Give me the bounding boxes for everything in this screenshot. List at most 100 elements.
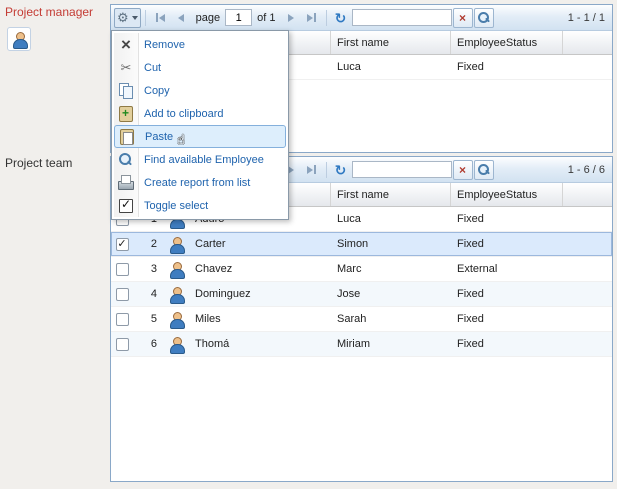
table-row[interactable]: 3ChavezMarcExternal — [111, 257, 612, 282]
toolbar-separator — [326, 162, 327, 178]
person-icon — [169, 287, 184, 302]
of-label: of 1 — [257, 12, 275, 24]
search-button[interactable] — [474, 8, 494, 28]
checkbox-cell — [111, 232, 133, 256]
grid-toolbar: ⚙ page of 1 ↻ × 1 - 1 / 1 — [111, 5, 612, 31]
last-page-button[interactable] — [302, 8, 322, 28]
menu-item-add-to-clipboard[interactable]: Add to clipboard — [114, 102, 286, 125]
row-number: 3 — [133, 257, 163, 281]
project-manager-avatar[interactable] — [7, 27, 31, 51]
menu-item-find-available-employee[interactable]: Find available Employee — [114, 148, 286, 171]
checkbox-cell — [111, 257, 133, 281]
row-checkbox[interactable] — [116, 263, 129, 276]
icon-cell — [163, 257, 189, 281]
first-name-cell: Luca — [331, 207, 451, 231]
table-body: 1AduroLucaFixed2CarterSimonFixed3ChavezM… — [111, 207, 612, 481]
prev-page-button[interactable] — [171, 8, 191, 28]
remove-icon — [114, 36, 138, 53]
next-page-button[interactable] — [281, 8, 301, 28]
status-cell: Fixed — [451, 282, 563, 306]
last-name-cell: Thomá — [189, 332, 331, 356]
find-employee-icon — [114, 151, 138, 168]
paste-icon — [115, 128, 139, 145]
checkbox-cell — [111, 282, 133, 306]
next-page-icon — [288, 14, 294, 22]
refresh-button[interactable]: ↻ — [331, 8, 351, 28]
header-filler — [563, 31, 612, 54]
page-label: page — [196, 12, 220, 24]
icon-cell — [163, 282, 189, 306]
header-employee-status[interactable]: EmployeeStatus — [451, 183, 563, 206]
record-count: 1 - 1 / 1 — [568, 12, 609, 24]
prev-page-icon — [178, 14, 184, 22]
checkbox-cell — [111, 307, 133, 331]
menu-item-label: Paste — [145, 131, 173, 143]
actions-menu-button[interactable]: ⚙ — [114, 8, 141, 28]
page-number-input[interactable] — [225, 9, 252, 26]
status-cell: Fixed — [451, 307, 563, 331]
row-checkbox[interactable] — [116, 313, 129, 326]
person-icon — [169, 312, 184, 327]
filler-cell — [563, 257, 612, 281]
person-icon — [169, 237, 184, 252]
chevron-down-icon — [132, 16, 138, 20]
menu-item-label: Find available Employee — [144, 154, 264, 166]
person-icon — [169, 262, 184, 277]
menu-item-cut[interactable]: Cut — [114, 56, 286, 79]
refresh-icon: ↻ — [335, 11, 347, 25]
first-name-cell: Jose — [331, 282, 451, 306]
menu-item-label: Copy — [144, 85, 170, 97]
icon-cell — [163, 332, 189, 356]
clear-search-button[interactable]: × — [453, 160, 473, 180]
search-input[interactable] — [352, 9, 452, 26]
header-first-name[interactable]: First name — [331, 183, 451, 206]
last-page-button[interactable] — [302, 160, 322, 180]
refresh-button[interactable]: ↻ — [331, 160, 351, 180]
project-team-label: Project team — [5, 156, 72, 170]
menu-item-label: Cut — [144, 62, 161, 74]
row-checkbox[interactable] — [116, 288, 129, 301]
filler-cell — [563, 307, 612, 331]
table-row[interactable]: 4DominguezJoseFixed — [111, 282, 612, 307]
refresh-icon: ↻ — [335, 163, 347, 177]
project-manager-label: Project manager — [5, 5, 93, 19]
first-name-cell: Marc — [331, 257, 451, 281]
checkbox-cell — [111, 332, 133, 356]
icon-cell — [163, 307, 189, 331]
menu-item-label: Remove — [144, 39, 185, 51]
first-name-cell: Sarah — [331, 307, 451, 331]
menu-item-create-report-from-list[interactable]: Create report from list — [114, 171, 286, 194]
record-count: 1 - 6 / 6 — [568, 164, 609, 176]
search-icon — [477, 11, 490, 24]
row-number: 6 — [133, 332, 163, 356]
cut-icon — [114, 59, 138, 76]
row-checkbox[interactable] — [116, 238, 129, 251]
filler-cell — [563, 55, 612, 79]
table-row[interactable]: 6ThomáMiriamFixed — [111, 332, 612, 357]
context-menu: Remove Cut Copy Add to clipboard Paste Find a… — [111, 30, 289, 220]
filler-cell — [563, 232, 612, 256]
menu-item-paste[interactable]: Paste — [114, 125, 286, 148]
menu-item-copy[interactable]: Copy — [114, 79, 286, 102]
status-cell: Fixed — [451, 232, 563, 256]
first-page-button[interactable] — [150, 8, 170, 28]
table-row[interactable]: 2CarterSimonFixed — [111, 232, 612, 257]
last-name-cell: Miles — [189, 307, 331, 331]
filler-cell — [563, 332, 612, 356]
header-employee-status[interactable]: EmployeeStatus — [451, 31, 563, 54]
last-name-cell: Carter — [189, 232, 331, 256]
toggle-select-icon — [114, 197, 138, 214]
search-button[interactable] — [474, 160, 494, 180]
menu-item-toggle-select[interactable]: Toggle select — [114, 194, 286, 217]
search-input[interactable] — [352, 161, 452, 178]
table-row[interactable]: 5MilesSarahFixed — [111, 307, 612, 332]
menu-item-label: Create report from list — [144, 177, 250, 189]
filler-cell — [563, 207, 612, 231]
header-first-name[interactable]: First name — [331, 31, 451, 54]
last-name-cell: Chavez — [189, 257, 331, 281]
clear-search-button[interactable]: × — [453, 8, 473, 28]
row-checkbox[interactable] — [116, 338, 129, 351]
menu-item-remove[interactable]: Remove — [114, 33, 286, 56]
first-page-icon — [159, 14, 165, 22]
cursor-hand-icon — [177, 133, 185, 146]
